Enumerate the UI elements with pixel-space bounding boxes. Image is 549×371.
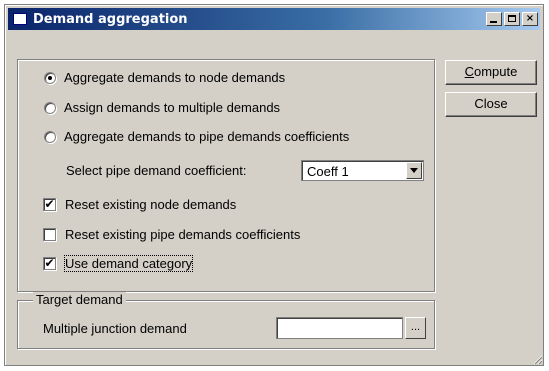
- coefficient-label: Select pipe demand coefficient:: [66, 163, 246, 178]
- compute-button[interactable]: Compute: [445, 60, 537, 85]
- demand-aggregation-dialog: Demand aggregation × Aggregate demands t…: [4, 4, 544, 366]
- check-reset-pipe[interactable]: Reset existing pipe demands coefficients: [43, 227, 300, 242]
- browse-button[interactable]: ...: [405, 317, 426, 339]
- radio-button[interactable]: [44, 130, 56, 143]
- radio-label: Assign demands to multiple demands: [64, 100, 281, 115]
- multiple-junction-label: Multiple junction demand: [43, 321, 187, 336]
- coefficient-select[interactable]: Coeff 1: [301, 160, 424, 181]
- checkbox-label: Reset existing pipe demands coefficients: [65, 227, 301, 242]
- app-icon: [13, 13, 27, 25]
- radio-aggregate-node[interactable]: Aggregate demands to node demands: [44, 70, 285, 85]
- close-button-label: Close: [474, 96, 508, 111]
- minimize-icon: [490, 21, 497, 23]
- checkbox-checked[interactable]: ✔: [43, 257, 56, 270]
- radio-label: Aggregate demands to node demands: [64, 70, 286, 85]
- maximize-icon: [508, 15, 516, 22]
- multiple-junction-field[interactable]: [276, 317, 403, 339]
- check-reset-node[interactable]: ✔ Reset existing node demands: [43, 197, 236, 212]
- checkbox-label: Use demand category: [63, 255, 194, 272]
- close-icon: ×: [525, 13, 535, 24]
- multiple-junction-label-text: Multiple junction demand: [43, 321, 187, 336]
- radio-assign-multiple[interactable]: Assign demands to multiple demands: [44, 100, 280, 115]
- check-use-category[interactable]: ✔ Use demand category: [43, 255, 194, 272]
- minimize-button[interactable]: [486, 12, 502, 26]
- compute-rest: ompute: [474, 64, 518, 79]
- radio-button[interactable]: [44, 101, 56, 114]
- close-dialog-button[interactable]: Close: [445, 92, 537, 117]
- chevron-down-icon[interactable]: [406, 162, 422, 179]
- window-title: Demand aggregation: [33, 11, 188, 27]
- checkbox[interactable]: [43, 228, 56, 241]
- radio-label: Aggregate demands to pipe demands coeffi…: [64, 129, 350, 144]
- compute-accel: C: [464, 64, 474, 79]
- radio-aggregate-pipe[interactable]: Aggregate demands to pipe demands coeffi…: [44, 129, 349, 144]
- close-button[interactable]: ×: [522, 12, 538, 26]
- checkbox-label: Reset existing node demands: [65, 197, 237, 212]
- resize-grip-icon[interactable]: [531, 353, 543, 365]
- target-demand-group-label: Target demand: [33, 292, 126, 307]
- maximize-button[interactable]: [504, 12, 520, 26]
- checkbox-checked[interactable]: ✔: [43, 198, 56, 211]
- radio-button-checked[interactable]: [44, 71, 56, 84]
- coefficient-select-value: Coeff 1: [307, 164, 349, 179]
- coefficient-label-text: Select pipe demand coefficient:: [66, 163, 247, 178]
- title-bar[interactable]: Demand aggregation ×: [8, 8, 540, 30]
